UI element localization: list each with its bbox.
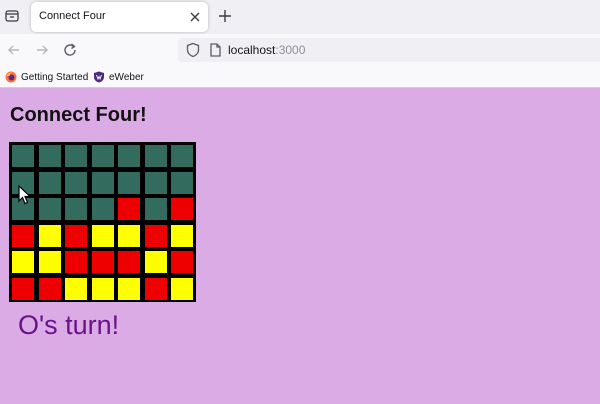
- board-cell-r1-c1[interactable]: [11, 144, 35, 168]
- url-text: localhost:3000: [228, 43, 305, 57]
- board-cell-r4-c2[interactable]: [37, 223, 62, 248]
- board-cell-r3-c6[interactable]: [143, 197, 168, 221]
- tab-connect-four[interactable]: Connect Four: [31, 2, 208, 32]
- board-cell-r2-c4[interactable]: [90, 170, 115, 195]
- board-cell-r5-c6[interactable]: [143, 250, 168, 274]
- bookmark-getting-started[interactable]: Getting Started: [5, 70, 88, 84]
- bookmark-label: Getting Started: [21, 71, 89, 83]
- firefox-icon: [5, 71, 17, 83]
- new-tab-icon[interactable]: [218, 9, 232, 23]
- board-cell-r2-c5[interactable]: [117, 170, 141, 195]
- board-cell-r6-c1[interactable]: [11, 276, 35, 301]
- url-host: localhost: [228, 43, 276, 57]
- board-cell-r1-c6[interactable]: [143, 144, 168, 168]
- board-cell-r1-c5[interactable]: [117, 144, 141, 168]
- board-cell-r6-c4[interactable]: [90, 276, 115, 301]
- board-cell-r1-c4[interactable]: [90, 144, 115, 168]
- board-cell-r4-c1[interactable]: [11, 223, 35, 248]
- board-cell-r2-c3[interactable]: [64, 170, 88, 195]
- board-cell-r3-c5[interactable]: [117, 197, 141, 221]
- board-cell-r6-c6[interactable]: [143, 276, 168, 301]
- board-cell-r1-c3[interactable]: [64, 144, 88, 168]
- board-cell-r2-c6[interactable]: [143, 170, 168, 195]
- board-cell-r3-c4[interactable]: [90, 197, 115, 221]
- reload-icon[interactable]: [62, 42, 78, 58]
- page-title: Connect Four!: [10, 104, 147, 126]
- board-cell-r1-c2[interactable]: [37, 144, 62, 168]
- board-cell-r5-c5[interactable]: [117, 250, 141, 274]
- game-board[interactable]: [9, 142, 196, 302]
- navigation-toolbar: localhost:3000: [0, 34, 600, 66]
- board-cell-r2-c7[interactable]: [170, 170, 194, 195]
- tracking-protection-shield-icon[interactable]: [185, 42, 201, 58]
- board-cell-r5-c1[interactable]: [11, 250, 35, 274]
- board-cell-r2-c2[interactable]: [37, 170, 62, 195]
- board-cell-r5-c4[interactable]: [90, 250, 115, 274]
- back-arrow-icon[interactable]: [6, 42, 22, 58]
- board-cell-r4-c7[interactable]: [170, 223, 194, 248]
- address-bar[interactable]: localhost:3000: [178, 38, 600, 62]
- board-cell-r4-c6[interactable]: [143, 223, 168, 248]
- bookmark-eweber[interactable]: eWeber: [93, 70, 144, 84]
- shield-crest-icon: [93, 71, 105, 83]
- turn-status: O's turn!: [18, 310, 120, 340]
- board-cell-r3-c3[interactable]: [64, 197, 88, 221]
- mouse-cursor-icon: [18, 184, 32, 205]
- board-cell-r4-c3[interactable]: [64, 223, 88, 248]
- board-cell-r6-c3[interactable]: [64, 276, 88, 301]
- board-cell-r1-c7[interactable]: [170, 144, 194, 168]
- board-cell-r4-c5[interactable]: [117, 223, 141, 248]
- board-cell-r5-c3[interactable]: [64, 250, 88, 274]
- tab-title: Connect Four: [39, 10, 106, 22]
- board-cell-r5-c2[interactable]: [37, 250, 62, 274]
- page-info-icon[interactable]: [208, 42, 222, 58]
- bookmark-label: eWeber: [109, 71, 144, 83]
- bookmarks-toolbar: Getting Started eWeber: [0, 66, 600, 88]
- tab-strip: Connect Four: [0, 0, 600, 34]
- tab-list-icon[interactable]: [4, 8, 20, 24]
- board-cell-r6-c5[interactable]: [117, 276, 141, 301]
- close-icon[interactable]: [188, 10, 202, 24]
- board-cell-r6-c2[interactable]: [37, 276, 62, 301]
- board-cell-r6-c7[interactable]: [170, 276, 194, 301]
- board-cell-r4-c4[interactable]: [90, 223, 115, 248]
- url-port: :3000: [275, 43, 306, 57]
- forward-arrow-icon[interactable]: [34, 42, 50, 58]
- board-cell-r3-c2[interactable]: [37, 197, 62, 221]
- board-cell-r3-c7[interactable]: [170, 197, 194, 221]
- board-cell-r5-c7[interactable]: [170, 250, 194, 274]
